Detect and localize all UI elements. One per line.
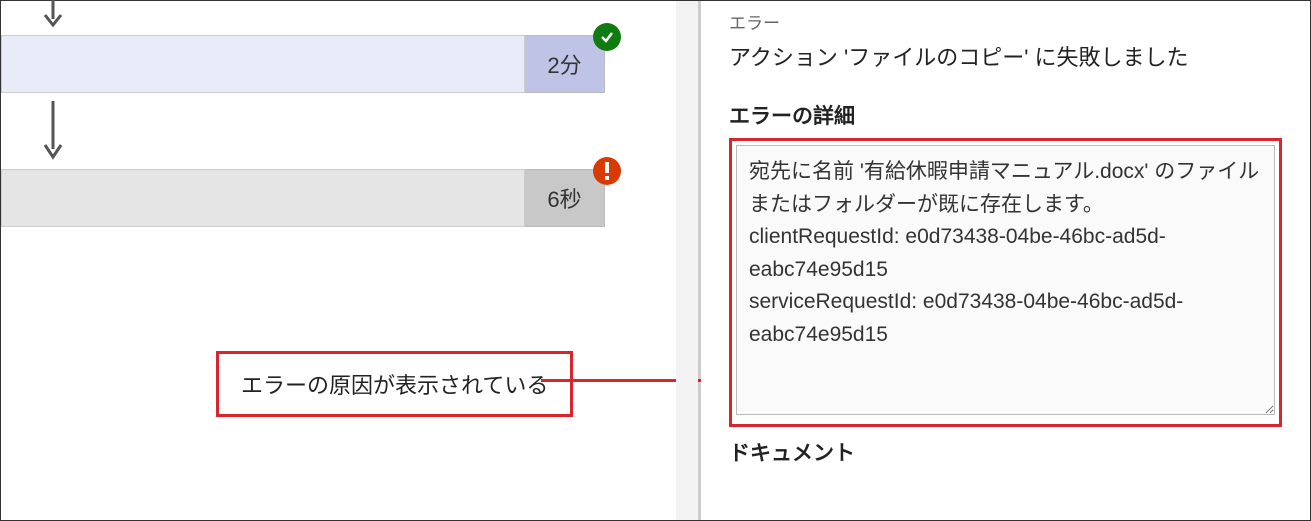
flow-step[interactable]: 6秒 <box>1 169 605 227</box>
error-message: アクション 'ファイルのコピー' に失敗しました <box>729 40 1282 72</box>
flow-canvas: 2分 6秒 エラーの原因が表示されている <box>1 1 701 520</box>
flow-step-body <box>1 35 525 93</box>
check-circle-icon <box>593 23 621 51</box>
flow-step-duration: 2分 <box>525 35 605 93</box>
error-details-textarea[interactable] <box>736 145 1275 415</box>
error-details-heading: エラーの詳細 <box>729 100 1282 130</box>
annotation-callout: エラーの原因が表示されている <box>216 351 573 417</box>
annotation-text: エラーの原因が表示されている <box>241 373 548 398</box>
flow-arrow-icon <box>41 0 65 29</box>
error-details-highlight <box>729 138 1282 427</box>
alert-circle-icon <box>593 157 621 185</box>
app-frame: 2分 6秒 エラーの原因が表示されている エラー アクション 'ファイルのコピー… <box>0 0 1311 521</box>
flow-step[interactable]: 2分 <box>1 35 605 93</box>
details-panel: エラー アクション 'ファイルのコピー' に失敗しました エラーの詳細 ドキュメ… <box>701 1 1310 520</box>
flow-step-duration: 6秒 <box>525 169 605 227</box>
scrollbar[interactable] <box>676 1 698 520</box>
flow-step-body <box>1 169 525 227</box>
flow-arrow-icon <box>41 101 65 161</box>
document-heading: ドキュメント <box>729 437 1282 467</box>
error-label: エラー <box>729 9 1282 34</box>
